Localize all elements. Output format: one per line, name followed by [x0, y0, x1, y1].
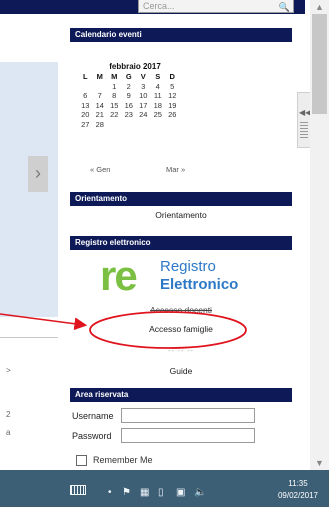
calendar-day[interactable]: 24 — [136, 110, 151, 120]
calendar-day[interactable] — [93, 82, 108, 92]
calendar-week: 13 14 15 16 17 18 19 — [78, 101, 180, 111]
logo-text-line2: Elettronico — [160, 276, 239, 293]
left-mark-letter: a — [6, 428, 11, 437]
calendar-week: 1 2 3 4 5 — [78, 82, 180, 92]
password-label: Password — [72, 431, 112, 441]
scrollbar-thumb[interactable] — [312, 14, 327, 114]
logo-mark: re — [100, 252, 138, 299]
carousel-next-button[interactable]: › — [28, 156, 48, 192]
calendar-day[interactable] — [107, 120, 122, 130]
weekday: V — [140, 72, 146, 82]
calendar-day[interactable]: 17 — [136, 101, 151, 111]
calendar-day[interactable] — [165, 120, 180, 130]
calendar-grid: L M M G V S D 1 2 3 4 5 6 7 8 9 10 11 12… — [78, 72, 180, 129]
battery-icon[interactable]: ▯ — [158, 488, 164, 498]
volume-icon[interactable]: 🔈 — [194, 488, 206, 498]
calendar-day[interactable]: 3 — [136, 82, 151, 92]
touch-keyboard-icon[interactable] — [70, 485, 86, 495]
calendar-day[interactable]: 16 — [122, 101, 137, 111]
taskbar-clock-date[interactable]: 09/02/2017 — [272, 491, 324, 500]
grip-icon — [300, 122, 308, 140]
calendar-day[interactable]: 8 — [107, 91, 122, 101]
weekday: G — [125, 72, 132, 82]
calendar-day[interactable]: 19 — [165, 101, 180, 111]
calendar-day[interactable]: 21 — [93, 110, 108, 120]
calendar-day[interactable]: 5 — [165, 82, 180, 92]
calendar-day[interactable]: 9 — [122, 91, 137, 101]
password-input[interactable] — [121, 428, 255, 443]
left-divider — [0, 337, 58, 338]
network-icon[interactable]: ▦ — [140, 488, 149, 498]
calendar-day[interactable] — [122, 120, 137, 130]
monitor-icon[interactable]: ▣ — [176, 488, 185, 498]
logo-text-line1: Registro — [160, 258, 216, 275]
remember-me-label: Remember Me — [93, 455, 153, 465]
calendar-day[interactable]: 26 — [165, 110, 180, 120]
scroll-up-icon[interactable]: ▲ — [312, 2, 327, 14]
calendar-day[interactable]: 18 — [151, 101, 166, 111]
calendar-header: Calendario eventi — [70, 28, 292, 42]
calendar-day[interactable]: 13 — [78, 101, 93, 111]
calendar-day[interactable]: 20 — [78, 110, 93, 120]
scroll-down-icon[interactable]: ▼ — [312, 458, 327, 470]
search-placeholder: Cerca... — [143, 1, 175, 11]
calendar-prev-link[interactable]: « Gen — [90, 165, 110, 174]
calendar-day[interactable]: 15 — [107, 101, 122, 111]
calendar-month: febbraio 2017 — [109, 62, 161, 71]
search-input[interactable]: Cerca... 🔍 — [138, 0, 294, 13]
calendar-day[interactable]: 28 — [93, 120, 108, 130]
calendar-next-link[interactable]: Mar » — [166, 165, 185, 174]
calendar-day[interactable]: 10 — [136, 91, 151, 101]
accesso-famiglie-link[interactable]: Accesso famiglie — [70, 324, 292, 334]
weekday: L — [82, 72, 88, 82]
accesso-docenti-link[interactable]: Accesso docenti — [70, 305, 292, 315]
weekday: S — [155, 72, 161, 82]
area-riservata-header: Area riservata — [70, 388, 292, 402]
taskbar-clock-time[interactable]: 11:35 — [272, 479, 324, 488]
username-label: Username — [72, 411, 114, 421]
registro-header: Registro elettronico — [70, 236, 292, 250]
calendar-day[interactable]: 11 — [151, 91, 166, 101]
calendar-day[interactable]: 14 — [93, 101, 108, 111]
link-separator: -- -- -- — [168, 348, 194, 355]
taskbar — [0, 470, 329, 507]
flag-icon[interactable]: ⚑ — [122, 488, 131, 498]
calendar-day[interactable]: 23 — [122, 110, 137, 120]
calendar-week: 20 21 22 23 24 25 26 — [78, 110, 180, 120]
calendar-week: 6 7 8 9 10 11 12 — [78, 91, 180, 101]
calendar-day[interactable] — [151, 120, 166, 130]
show-hidden-icons-icon[interactable]: • — [108, 488, 112, 498]
calendar-day[interactable]: 22 — [107, 110, 122, 120]
left-mark-arrow: > — [6, 366, 11, 375]
calendar-day[interactable]: 12 — [165, 91, 180, 101]
calendar-day[interactable] — [78, 82, 93, 92]
calendar-day[interactable]: 1 — [107, 82, 122, 92]
calendar-day[interactable]: 6 — [78, 91, 93, 101]
calendar-day[interactable]: 2 — [122, 82, 137, 92]
left-mark-number: 2 — [6, 410, 11, 419]
calendar-day[interactable]: 7 — [93, 91, 108, 101]
search-icon[interactable]: 🔍 — [279, 1, 290, 13]
guide-link[interactable]: Guide — [70, 366, 292, 376]
calendar-weekdays: L M M G V S D — [78, 72, 180, 82]
calendar-day[interactable] — [136, 120, 151, 130]
remember-me-checkbox[interactable] — [76, 455, 87, 466]
registro-elettronico-logo[interactable]: re Registro Elettronico — [100, 252, 250, 300]
calendar-day[interactable]: 27 — [78, 120, 93, 130]
calendar-week: 27 28 — [78, 120, 180, 130]
calendar-day[interactable]: 25 — [151, 110, 166, 120]
username-input[interactable] — [121, 408, 255, 423]
weekday: D — [169, 72, 175, 82]
orientamento-link[interactable]: Orientamento — [70, 210, 292, 220]
orientamento-header: Orientamento — [70, 192, 292, 206]
weekday: M — [111, 72, 118, 82]
weekday: M — [96, 72, 103, 82]
calendar-day[interactable]: 4 — [151, 82, 166, 92]
